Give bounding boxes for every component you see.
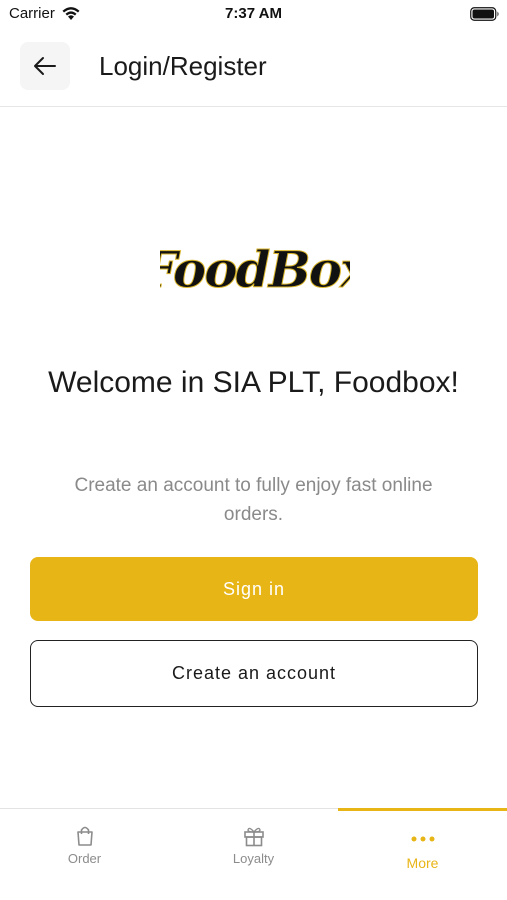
sign-in-label: Sign in	[222, 578, 286, 599]
gift-icon	[243, 827, 264, 847]
tab-more[interactable]: More	[338, 808, 507, 900]
create-account-button[interactable]: Create an account	[30, 640, 478, 707]
tab-bar: Order Loyalty More	[0, 808, 507, 900]
tab-label: More	[406, 855, 439, 871]
tab-label: Loyalty	[232, 851, 275, 866]
more-dots-icon	[411, 836, 434, 842]
arrow-left-icon	[34, 57, 56, 75]
tab-order[interactable]: Order	[0, 809, 169, 900]
back-button[interactable]	[20, 42, 70, 90]
tab-loyalty[interactable]: Loyalty	[169, 809, 338, 900]
sign-in-button[interactable]: Sign in	[30, 557, 478, 621]
header: Login/Register	[0, 30, 507, 107]
shopping-bag-icon	[76, 826, 93, 846]
battery-icon	[470, 7, 499, 21]
logo-text: FoodBox	[160, 240, 350, 299]
page-title: Login/Register	[99, 51, 267, 81]
status-bar: Carrier 7:37 AM	[0, 0, 507, 30]
welcome-heading: Welcome in SIA PLT, Foodbox!	[48, 366, 459, 399]
create-account-label: Create an account	[171, 663, 337, 683]
tab-label: Order	[67, 851, 102, 866]
status-time: 7:37 AM	[225, 5, 282, 22]
welcome-subtitle: Create an account to fully enjoy fast on…	[74, 475, 433, 525]
foodbox-logo: FoodBox	[160, 240, 350, 300]
